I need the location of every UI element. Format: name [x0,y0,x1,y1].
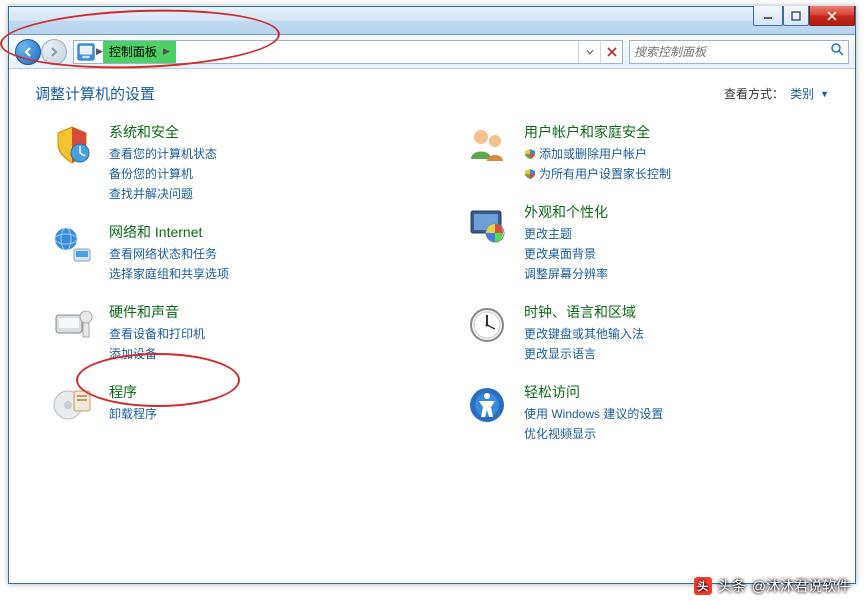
category-item: 用户帐户和家庭安全添加或删除用户帐户为所有用户设置家长控制 [464,122,829,182]
breadcrumb-label: 控制面板 [109,43,157,60]
category-link[interactable]: 查看设备和打印机 [109,325,205,342]
category-link-text: 更改键盘或其他输入法 [524,325,644,342]
category-link[interactable]: 查看您的计算机状态 [109,145,217,162]
category-item: 网络和 Internet 查看网络状态和任务选择家庭组和共享选项 [49,222,414,282]
ease-of-access-icon[interactable] [464,382,510,428]
category-link-text: 更改显示语言 [524,345,596,362]
address-stop-button[interactable] [600,41,622,63]
category-link-text: 更改主题 [524,225,572,242]
category-item: 程序卸载程序 [49,382,414,428]
breadcrumb-root[interactable]: 控制面板 ▶ [103,41,176,63]
control-panel-window: ▶ 控制面板 ▶ 调整计算机的设置 查看方式： 类别 ▼ 系统和安全查 [8,6,856,584]
category-title[interactable]: 硬件和声音 [109,302,205,322]
category-item: 系统和安全查看您的计算机状态备份您的计算机查找并解决问题 [49,122,414,202]
content-area: 调整计算机的设置 查看方式： 类别 ▼ 系统和安全查看您的计算机状态备份您的计算… [9,69,855,583]
category-link[interactable]: 更改桌面背景 [524,245,608,262]
category-item: 硬件和声音查看设备和打印机添加设备 [49,302,414,362]
nav-back-button[interactable] [15,39,41,65]
search-input[interactable] [634,45,830,59]
category-column-left: 系统和安全查看您的计算机状态备份您的计算机查找并解决问题网络和 Internet… [49,122,414,442]
category-link-text: 优化视频显示 [524,425,596,442]
category-link[interactable]: 查看网络状态和任务 [109,245,229,262]
category-link-text: 更改桌面背景 [524,245,596,262]
category-title[interactable]: 轻松访问 [524,382,663,402]
category-link[interactable]: 添加设备 [109,345,205,362]
category-link-text: 查看网络状态和任务 [109,245,217,262]
category-link-text: 查看您的计算机状态 [109,145,217,162]
category-link-text: 查找并解决问题 [109,185,193,202]
category-link[interactable]: 卸载程序 [109,405,157,422]
category-link-text: 为所有用户设置家长控制 [539,165,671,182]
category-link[interactable]: 更改显示语言 [524,345,644,362]
category-body: 时钟、语言和区域更改键盘或其他输入法更改显示语言 [524,302,644,362]
view-mode-label: 查看方式： [724,85,784,102]
search-box[interactable] [629,40,849,64]
maximize-button[interactable] [783,6,809,26]
view-mode: 查看方式： 类别 ▼ [724,85,829,102]
clock-region-icon[interactable] [464,302,510,348]
category-link[interactable]: 备份您的计算机 [109,165,217,182]
category-title[interactable]: 系统和安全 [109,122,217,142]
category-link-text: 卸载程序 [109,405,157,422]
category-item: 轻松访问使用 Windows 建议的设置优化视频显示 [464,382,829,442]
category-link[interactable]: 使用 Windows 建议的设置 [524,405,663,422]
category-body: 程序卸载程序 [109,382,157,422]
hardware-sound-icon[interactable] [49,302,95,348]
category-body: 硬件和声音查看设备和打印机添加设备 [109,302,205,362]
page-title: 调整计算机的设置 [35,83,155,104]
category-link-text: 添加设备 [109,345,157,362]
control-panel-icon [76,42,96,62]
category-column-right: 用户帐户和家庭安全添加或删除用户帐户为所有用户设置家长控制外观和个性化更改主题更… [464,122,829,442]
category-link[interactable]: 调整屏幕分辨率 [524,265,608,282]
category-link-text: 选择家庭组和共享选项 [109,265,229,282]
category-body: 网络和 Internet 查看网络状态和任务选择家庭组和共享选项 [109,222,229,282]
watermark-text: @沐沐君说软件 [752,576,850,596]
chevron-down-icon[interactable]: ▼ [820,89,829,99]
chevron-right-icon: ▶ [96,46,103,57]
category-link[interactable]: 优化视频显示 [524,425,663,442]
category-link[interactable]: 更改键盘或其他输入法 [524,325,644,342]
system-security-icon[interactable] [49,122,95,168]
programs-icon[interactable] [49,382,95,428]
watermark: 头 头条 @沐沐君说软件 [694,576,850,596]
category-link-text: 查看设备和打印机 [109,325,205,342]
user-accounts-icon[interactable] [464,122,510,168]
category-title[interactable]: 时钟、语言和区域 [524,302,644,322]
category-body: 外观和个性化更改主题更改桌面背景调整屏幕分辨率 [524,202,608,282]
category-link-text: 备份您的计算机 [109,165,193,182]
category-link-text: 使用 Windows 建议的设置 [524,405,663,422]
address-dropdown-button[interactable] [578,41,600,63]
category-body: 用户帐户和家庭安全添加或删除用户帐户为所有用户设置家长控制 [524,122,671,182]
category-item: 外观和个性化更改主题更改桌面背景调整屏幕分辨率 [464,202,829,282]
minimize-button[interactable] [753,6,783,26]
watermark-logo-icon: 头 [694,577,712,595]
category-link[interactable]: 更改主题 [524,225,608,242]
category-body: 轻松访问使用 Windows 建议的设置优化视频显示 [524,382,663,442]
category-item: 时钟、语言和区域更改键盘或其他输入法更改显示语言 [464,302,829,362]
category-title[interactable]: 程序 [109,382,157,402]
appearance-icon[interactable] [464,202,510,248]
category-link[interactable]: 添加或删除用户帐户 [524,145,671,162]
category-link[interactable]: 选择家庭组和共享选项 [109,265,229,282]
category-link-text: 调整屏幕分辨率 [524,265,608,282]
titlebar [9,7,855,35]
category-title[interactable]: 外观和个性化 [524,202,608,222]
watermark-prefix: 头条 [718,576,746,596]
category-link-text: 添加或删除用户帐户 [539,145,647,162]
chevron-right-icon: ▶ [163,46,170,57]
view-mode-value[interactable]: 类别 [790,85,814,102]
category-title[interactable]: 用户帐户和家庭安全 [524,122,671,142]
address-bar[interactable]: ▶ 控制面板 ▶ [73,40,623,64]
close-button[interactable] [809,6,855,26]
category-link[interactable]: 为所有用户设置家长控制 [524,165,671,182]
category-body: 系统和安全查看您的计算机状态备份您的计算机查找并解决问题 [109,122,217,202]
search-icon[interactable] [830,42,844,61]
network-internet-icon[interactable] [49,222,95,268]
nav-forward-button[interactable] [41,39,67,65]
navbar: ▶ 控制面板 ▶ [9,35,855,69]
category-link[interactable]: 查找并解决问题 [109,185,217,202]
category-title[interactable]: 网络和 Internet [109,222,229,242]
